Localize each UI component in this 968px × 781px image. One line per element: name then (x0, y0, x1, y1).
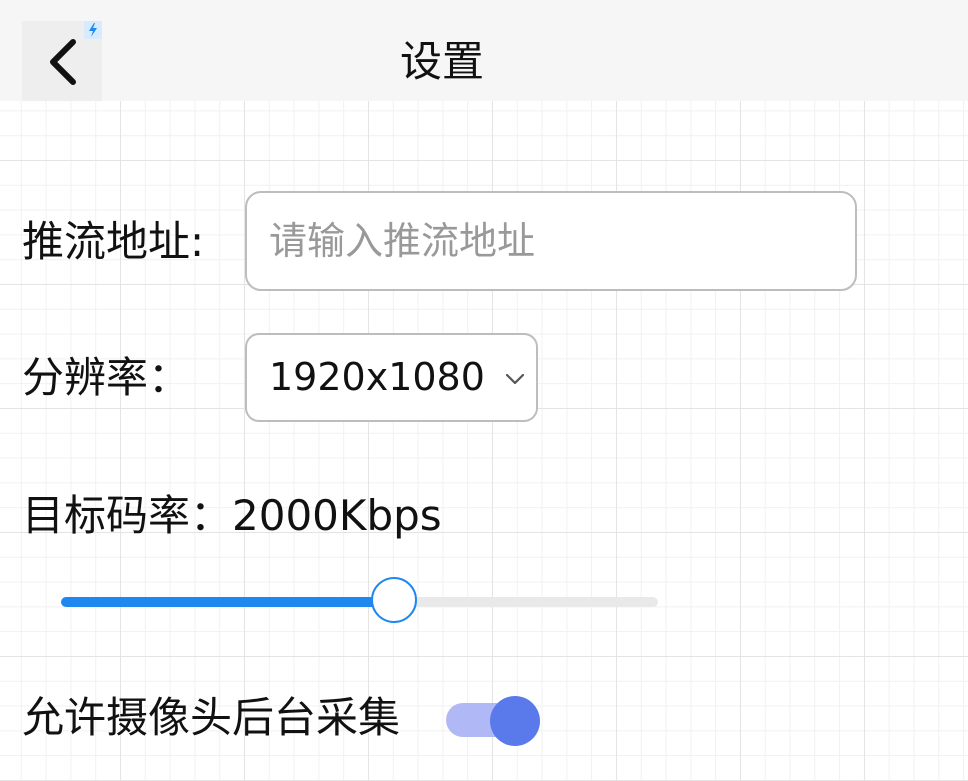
bitrate-label-text: 目标码率： (22, 491, 233, 540)
background-capture-label: 允许摄像头后台采集 (22, 693, 401, 742)
resolution-selected-value: 1920x1080 (269, 355, 485, 399)
bitrate-slider-fill (61, 597, 396, 607)
bitrate-value: 2000Kbps (232, 491, 442, 540)
toggle-knob (490, 696, 540, 746)
background-capture-toggle[interactable] (446, 696, 541, 746)
resolution-label: 分辨率： (22, 353, 191, 402)
chevron-down-icon (505, 373, 525, 385)
bitrate-slider[interactable] (61, 577, 658, 623)
push-url-label: 推流地址: (22, 217, 205, 266)
page-title: 设置 (399, 37, 484, 86)
resolution-select[interactable]: 1920x1080 (245, 333, 538, 422)
push-url-input[interactable] (245, 191, 857, 291)
app-header: 设置 (0, 0, 968, 101)
bitrate-slider-thumb[interactable] (371, 577, 418, 623)
bitrate-label: 目标码率：2000Kbps (22, 488, 442, 544)
